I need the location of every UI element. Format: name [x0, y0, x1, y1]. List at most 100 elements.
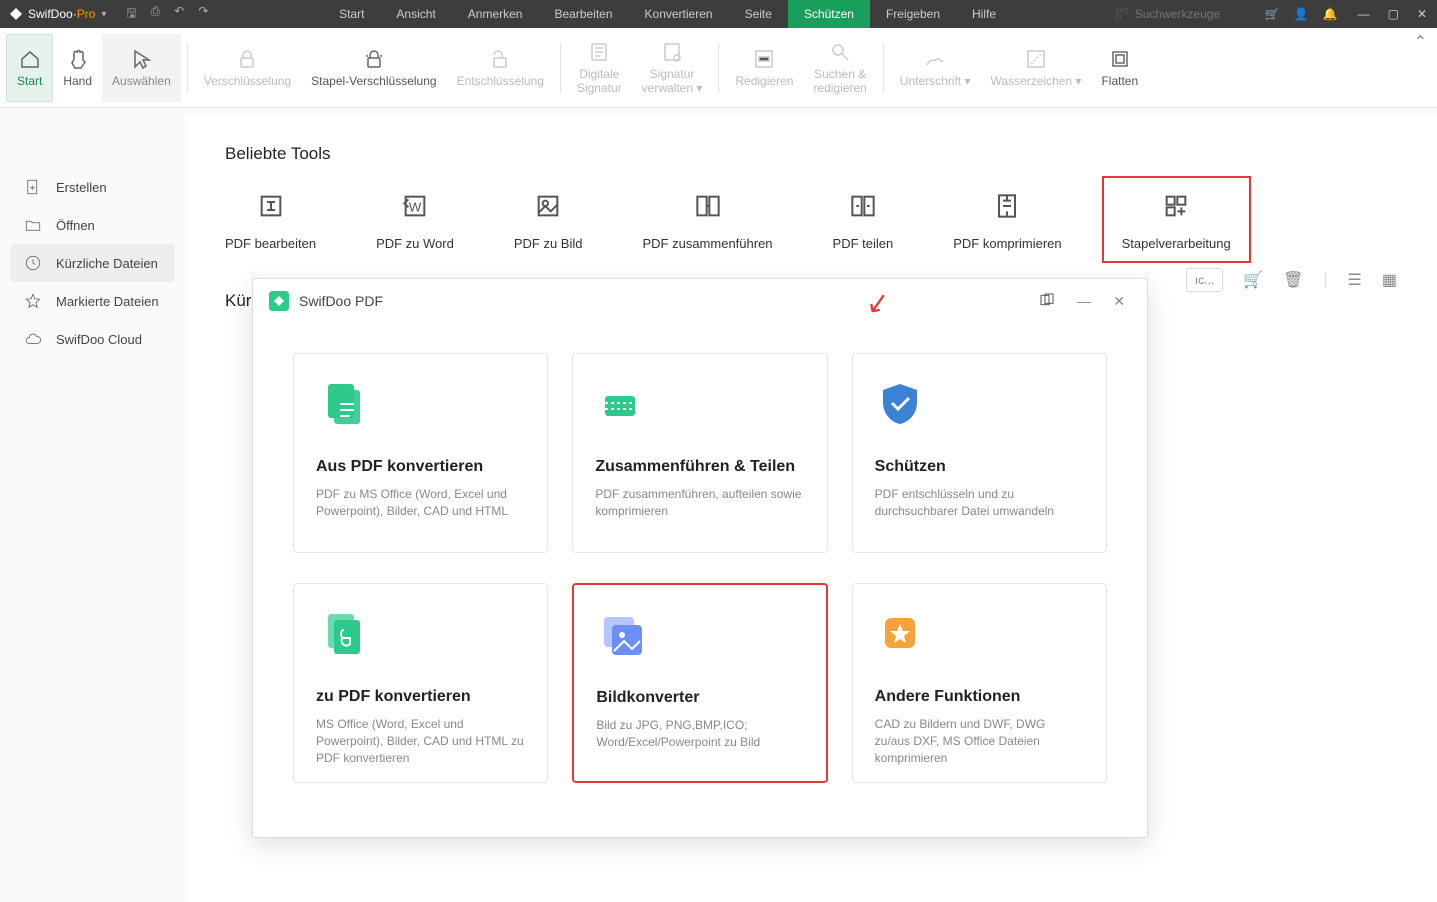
ribbon-hand[interactable]: Hand	[53, 34, 102, 102]
maximize-icon[interactable]: ▢	[1388, 7, 1399, 21]
dialog-titlebar: SwifDoo PDF — ✕	[253, 279, 1147, 323]
hand-icon	[66, 47, 90, 71]
wasserzeichen-icon	[1024, 47, 1048, 71]
star-icon	[24, 292, 42, 310]
redigieren-icon	[752, 47, 776, 71]
menu-bearbeiten[interactable]: Bearbeiten	[538, 0, 628, 28]
ribbon-wasserzeichen[interactable]: Wasserzeichen ▾	[981, 34, 1092, 102]
tool-icon	[991, 190, 1023, 222]
ribbon-flatten[interactable]: Flatten	[1091, 34, 1148, 102]
dialog-close-icon[interactable]: ✕	[1107, 289, 1131, 314]
menu-schützen[interactable]: Schützen	[788, 0, 870, 28]
ribbon-stapel-verschl-sselung[interactable]: Stapel-Verschlüsselung	[301, 34, 446, 102]
menu-anmerken[interactable]: Anmerken	[452, 0, 539, 28]
tool-stapelverarbeitung[interactable]: Stapelverarbeitung	[1102, 176, 1251, 263]
star-icon	[875, 608, 925, 658]
dialog-body: Aus PDF konvertierenPDF zu MS Office (Wo…	[253, 323, 1147, 813]
grid-view-icon[interactable]: ▦	[1382, 270, 1397, 290]
sidebar-item--ffnen[interactable]: Öffnen	[0, 206, 185, 244]
sidebar-item-swifdoo-cloud[interactable]: SwifDoo Cloud	[0, 320, 185, 358]
save-icon[interactable]: 🖫	[126, 4, 136, 25]
sidebar-item-erstellen[interactable]: Erstellen	[0, 168, 185, 206]
ribbon-signatur-verwalten[interactable]: Signatur verwalten ▾	[632, 34, 713, 102]
sidebar: ErstellenÖffnenKürzliche DateienMarkiert…	[0, 108, 185, 902]
bell-icon[interactable]: 🔔	[1323, 7, 1338, 21]
user-icon[interactable]: 👤	[1294, 7, 1309, 21]
grid-search-icon	[1115, 7, 1129, 21]
redo-icon[interactable]: ↷	[198, 4, 208, 25]
menu-konvertieren[interactable]: Konvertieren	[629, 0, 729, 28]
main-menu: StartAnsichtAnmerkenBearbeitenKonvertier…	[220, 0, 1114, 28]
tool-icon	[1160, 190, 1192, 222]
undo-icon[interactable]: ↶	[174, 4, 184, 25]
shield-icon	[875, 378, 925, 428]
stapel-verschl-sselung-icon	[362, 47, 386, 71]
card-zu-pdf-konvertieren[interactable]: zu PDF konvertierenMS Office (Word, Exce…	[293, 583, 548, 783]
start-icon	[18, 47, 42, 71]
ribbon-entschl-sselung[interactable]: Entschlüsselung	[447, 34, 554, 102]
tool-pdf-zu-bild[interactable]: PDF zu Bild	[514, 188, 583, 251]
ribbon: ⌃ StartHandAuswählenVerschlüsselungStape…	[0, 28, 1437, 108]
batch-dialog: SwifDoo PDF — ✕ Aus PDF konvertierenPDF …	[252, 278, 1148, 838]
search-tools[interactable]	[1115, 7, 1245, 21]
menu-seite[interactable]: Seite	[729, 0, 788, 28]
minimize-icon[interactable]: —	[1358, 7, 1370, 21]
menu-freigeben[interactable]: Freigeben	[870, 0, 956, 28]
tool-pdf-komprimieren[interactable]: PDF komprimieren	[953, 188, 1061, 251]
tool-pdf-bearbeiten[interactable]: PDF bearbeiten	[225, 188, 316, 251]
file-plus-icon	[24, 178, 42, 196]
dialog-tab-icon[interactable]	[1033, 288, 1061, 315]
card-zusammenf-hren-teilen[interactable]: Zusammenführen & TeilenPDF zusammenführe…	[572, 353, 827, 553]
ribbon-start[interactable]: Start	[6, 34, 53, 102]
search-input[interactable]	[1135, 7, 1245, 21]
delete-icon[interactable]: 🗑	[1283, 270, 1303, 290]
ribbon-ausw-hlen[interactable]: Auswählen	[102, 34, 181, 102]
dialog-logo-icon	[269, 291, 289, 311]
popular-tools: PDF bearbeiten WPDF zu Word PDF zu Bild PDF…	[225, 188, 1397, 251]
sidebar-item-k-rzliche-dateien[interactable]: Kürzliche Dateien	[10, 244, 175, 282]
collapse-ribbon-icon[interactable]: ⌃	[1414, 32, 1427, 52]
sidebar-item-markierte-dateien[interactable]: Markierte Dateien	[0, 282, 185, 320]
dialog-title: SwifDoo PDF	[299, 293, 383, 309]
card-bildkonverter[interactable]: BildkonverterBild zu JPG, PNG,BMP,ICO; W…	[572, 583, 827, 783]
ribbon-verschl-sselung[interactable]: Verschlüsselung	[194, 34, 301, 102]
dialog-minimize-icon[interactable]: —	[1071, 289, 1097, 313]
pdf-icon	[316, 608, 366, 658]
quick-access: 🖫 ⎙ ↶ ↷	[114, 4, 220, 25]
search-partial[interactable]: ıc...	[1186, 268, 1223, 292]
ribbon-redigieren[interactable]: Redigieren	[725, 34, 803, 102]
tool-pdf-zusammenf-hren[interactable]: PDF zusammenführen	[642, 188, 772, 251]
card-aus-pdf-konvertieren[interactable]: Aus PDF konvertierenPDF zu MS Office (Wo…	[293, 353, 548, 553]
cart2-icon[interactable]: 🛒	[1243, 270, 1263, 290]
tools-title: Beliebte Tools	[225, 144, 1397, 164]
tool-pdf-zu-word[interactable]: WPDF zu Word	[376, 188, 454, 251]
ribbon-digitale-signatur[interactable]: Digitale Signatur	[567, 34, 632, 102]
ribbon-suchen-redigieren[interactable]: Suchen & redigieren	[803, 34, 876, 102]
card-sch-tzen[interactable]: SchützenPDF entschlüsseln und zu durchsu…	[852, 353, 1107, 553]
tool-icon	[847, 190, 879, 222]
window-controls: — ▢ ✕	[1348, 7, 1437, 21]
app-logo: SwifDoo·Pro ▾	[0, 6, 114, 22]
list-view-icon[interactable]: ☰	[1348, 270, 1362, 290]
entschl-sselung-icon	[488, 47, 512, 71]
cart-icon[interactable]: 🛒	[1265, 7, 1280, 21]
folder-open-icon	[24, 216, 42, 234]
close-icon[interactable]: ✕	[1417, 7, 1427, 21]
app-dropdown-icon[interactable]: ▾	[101, 9, 106, 20]
verschl-sselung-icon	[235, 47, 259, 71]
menu-ansicht[interactable]: Ansicht	[380, 0, 451, 28]
cloud-icon	[24, 330, 42, 348]
tool-icon: W	[399, 190, 431, 222]
tool-pdf-teilen[interactable]: PDF teilen	[833, 188, 894, 251]
recent-toolbar: ıc... 🛒 🗑 | ☰ ▦	[1186, 268, 1397, 292]
print-icon[interactable]: ⎙	[151, 4, 161, 25]
digitale-signatur-icon	[587, 40, 611, 64]
image-icon	[596, 609, 646, 659]
menu-start[interactable]: Start	[323, 0, 380, 28]
flatten-icon	[1108, 47, 1132, 71]
doc-icon	[316, 378, 366, 428]
card-andere-funktionen[interactable]: Andere FunktionenCAD zu Bildern und DWF,…	[852, 583, 1107, 783]
menu-hilfe[interactable]: Hilfe	[956, 0, 1012, 28]
ribbon-unterschrift[interactable]: Unterschrift ▾	[890, 34, 981, 102]
tool-icon	[255, 190, 287, 222]
